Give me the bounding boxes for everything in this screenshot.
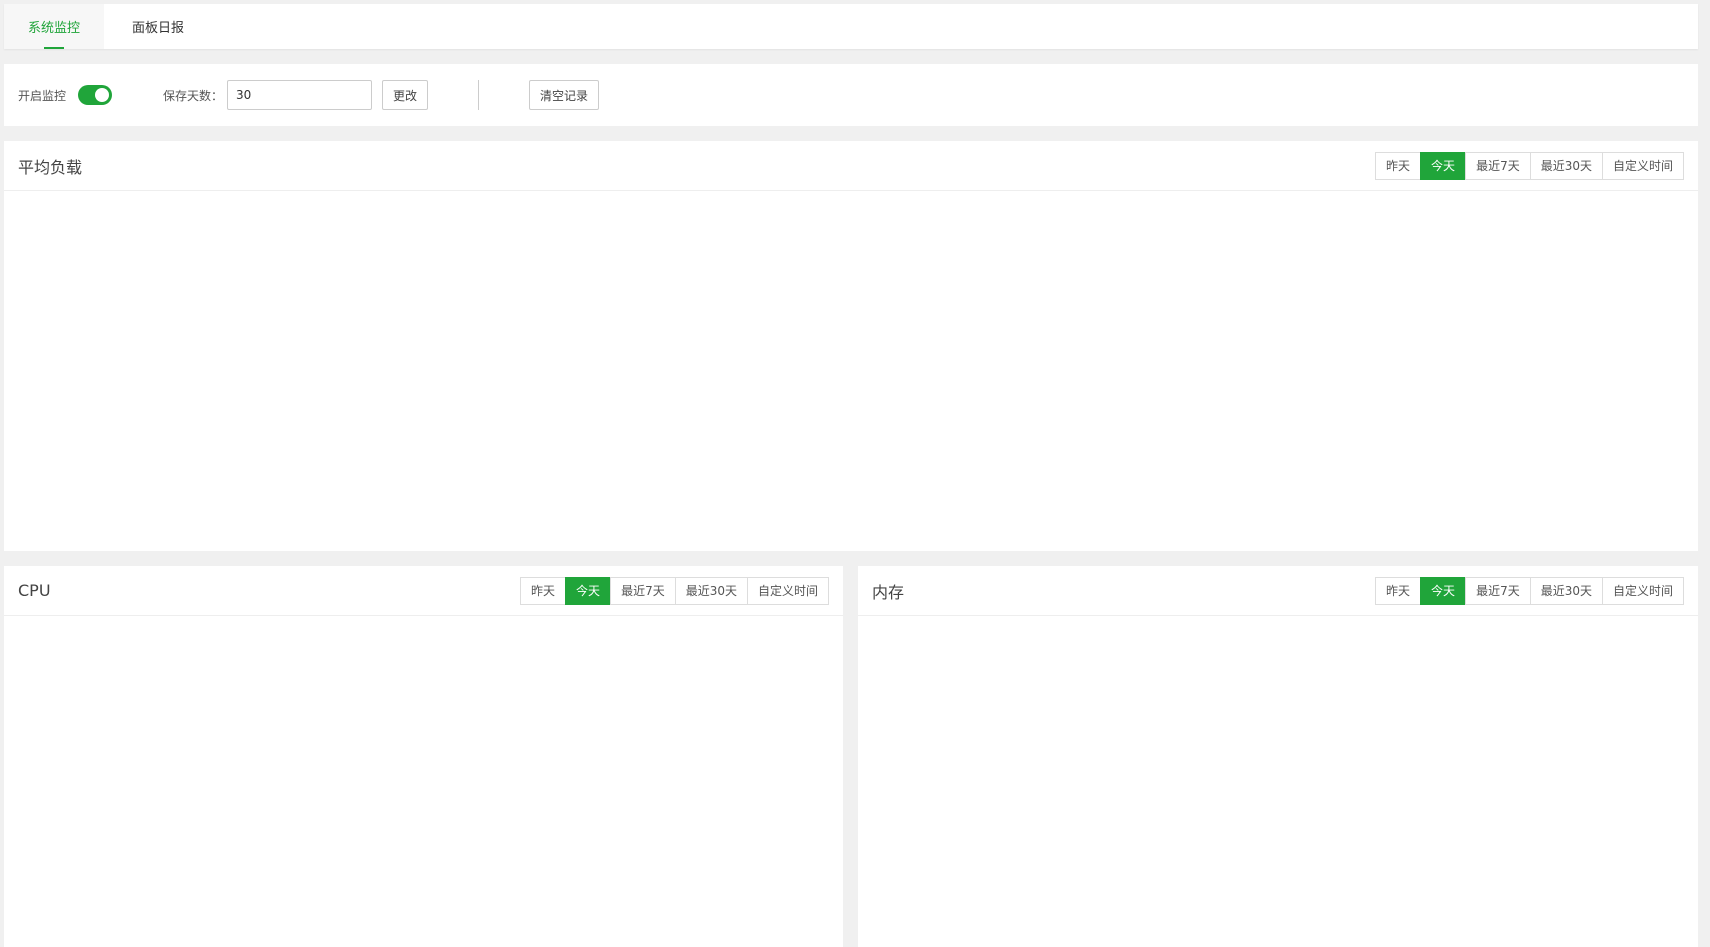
monitor-toggle-label: 开启监控 — [18, 88, 67, 103]
range-last-7-days[interactable]: 最近7天 — [1465, 151, 1531, 180]
controls-divider — [478, 80, 480, 110]
top-tab-bar: 系统监控 面板日报 — [4, 4, 1698, 49]
tab-system-monitor[interactable]: 系统监控 — [4, 4, 105, 49]
monitor-controls: 开启监控 保存天数： 更改 清空记录 — [4, 64, 1698, 126]
range-today[interactable]: 今天 — [1420, 151, 1467, 180]
clear-records-button[interactable]: 清空记录 — [529, 80, 600, 110]
panel-header: 内存 昨天 今天 最近7天 最近30天 自定义时间 — [858, 566, 1698, 616]
monitor-toggle[interactable] — [78, 85, 113, 105]
time-range-selector: 昨天 今天 最近7天 最近30天 自定义时间 — [1375, 151, 1684, 180]
range-today[interactable]: 今天 — [565, 576, 612, 605]
change-days-button[interactable]: 更改 — [382, 80, 429, 110]
range-yesterday[interactable]: 昨天 — [1375, 576, 1422, 605]
range-yesterday[interactable]: 昨天 — [1375, 151, 1422, 180]
retention-days-input[interactable] — [227, 80, 373, 110]
range-last-7-days[interactable]: 最近7天 — [1465, 576, 1531, 605]
panel-title: 内存 — [872, 582, 905, 602]
memory-chart-area — [858, 616, 1698, 946]
range-last-7-days[interactable]: 最近7天 — [610, 576, 676, 605]
tab-panel-daily-report[interactable]: 面板日报 — [108, 4, 208, 49]
range-custom[interactable]: 自定义时间 — [1601, 151, 1684, 180]
panel-header: CPU 昨天 今天 最近7天 最近30天 自定义时间 — [4, 566, 843, 616]
panel-header: 平均负载 昨天 今天 最近7天 最近30天 自定义时间 — [4, 141, 1698, 191]
range-last-30-days[interactable]: 最近30天 — [1529, 576, 1603, 605]
range-last-30-days[interactable]: 最近30天 — [1529, 151, 1603, 180]
load-chart-area — [4, 191, 1698, 550]
panel-title: CPU — [18, 581, 51, 600]
cpu-panel: CPU 昨天 今天 最近7天 最近30天 自定义时间 — [4, 566, 843, 947]
range-today[interactable]: 今天 — [1420, 576, 1467, 605]
time-range-selector: 昨天 今天 最近7天 最近30天 自定义时间 — [1375, 576, 1684, 605]
range-custom[interactable]: 自定义时间 — [1601, 576, 1684, 605]
range-yesterday[interactable]: 昨天 — [520, 576, 567, 605]
cpu-chart-area — [4, 616, 843, 946]
toggle-knob — [95, 88, 110, 102]
time-range-selector: 昨天 今天 最近7天 最近30天 自定义时间 — [520, 576, 829, 605]
retention-days-label: 保存天数： — [163, 88, 224, 103]
range-custom[interactable]: 自定义时间 — [746, 576, 829, 605]
load-average-panel: 平均负载 昨天 今天 最近7天 最近30天 自定义时间 — [4, 141, 1698, 551]
panel-title: 平均负载 — [18, 157, 83, 177]
memory-panel: 内存 昨天 今天 最近7天 最近30天 自定义时间 — [858, 566, 1698, 947]
range-last-30-days[interactable]: 最近30天 — [674, 576, 748, 605]
